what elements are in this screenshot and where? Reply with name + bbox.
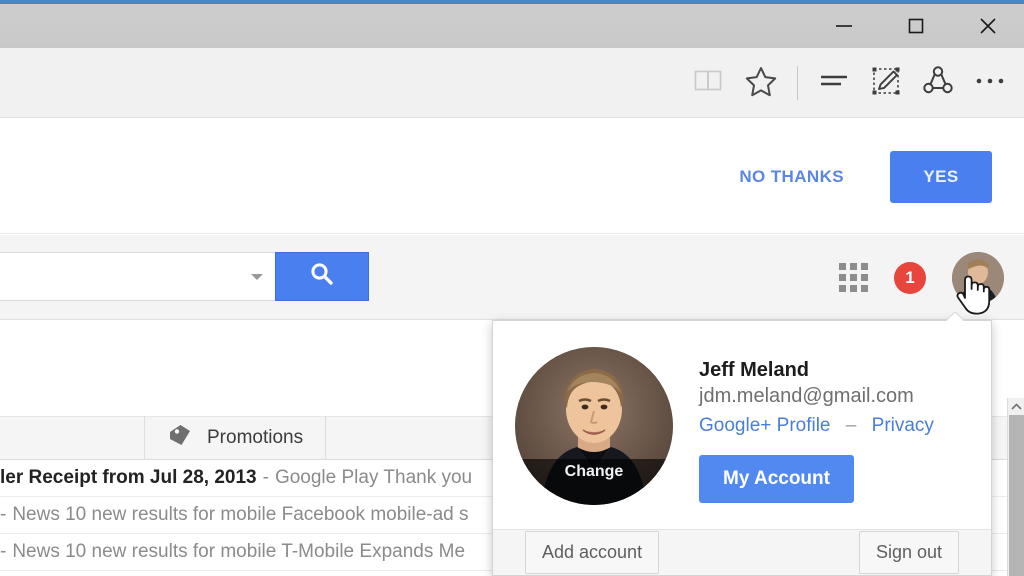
scrollbar-thumb[interactable] [1009,415,1024,576]
search-options-caret-icon[interactable] [251,273,263,280]
account-name: Jeff Meland [699,359,810,381]
hub-icon [817,69,851,98]
account-info: Jeff Meland jdm.meland@gmail.com Google+… [673,347,934,531]
mail-separator: - [0,504,7,525]
chevron-up-icon [1011,398,1022,416]
tab-promotions[interactable]: Promotions [145,416,327,460]
profile-photo[interactable]: Change [515,347,673,505]
search-input-wrapper[interactable] [0,252,275,301]
search-button[interactable] [275,252,369,301]
account-email: jdm.meland@gmail.com [699,385,914,407]
notification-actions: NO THANKS YES [721,119,992,234]
window-controls [808,4,1024,48]
sign-out-button[interactable]: Sign out [858,531,959,574]
vertical-scrollbar[interactable] [1007,398,1024,576]
google-plus-profile-link[interactable]: Google+ Profile [699,415,831,436]
notification-bar: NO THANKS YES [0,119,1024,234]
hub-button[interactable] [808,48,860,118]
tab-promotions-label: Promotions [207,427,304,448]
popup-pointer-arrow [946,312,964,321]
account-popup-footer: Add account Sign out [493,529,991,575]
favorites-button[interactable] [735,48,787,118]
scroll-up-button[interactable] [1008,398,1024,415]
mail-snippet: Google Play Thank you [274,467,473,488]
share-icon [922,65,954,102]
tag-icon [167,423,193,454]
tab-spacer [0,416,145,460]
search-icon [307,259,337,294]
my-account-button[interactable]: My Account [699,455,854,503]
browser-window: NO THANKS YES 1 Promotions ler Receipt f… [0,0,1024,576]
avatar[interactable] [952,251,1004,304]
mail-separator: - [0,541,7,562]
no-thanks-button[interactable]: NO THANKS [721,155,862,199]
add-account-button[interactable]: Add account [525,531,660,574]
account-popup-body: Change Jeff Meland jdm.meland@gmail.com … [493,321,991,531]
search-bar [0,252,369,301]
close-button[interactable] [952,4,1024,48]
more-icon [973,74,1007,92]
notification-count-badge[interactable]: 1 [894,261,926,294]
browser-toolbar-icons [683,48,1016,118]
change-photo-label[interactable]: Change [515,459,673,505]
toolbar-separator [797,66,798,100]
web-note-icon [870,65,902,102]
avatar-image [952,251,1004,304]
apps-grid-icon[interactable] [839,263,868,292]
close-icon [976,14,1000,38]
web-note-button[interactable] [860,48,912,118]
share-button[interactable] [912,48,964,118]
minimize-button[interactable] [808,4,880,48]
maximize-button[interactable] [880,4,952,48]
mail-separator: - [262,467,269,488]
account-links: Google+ Profile – Privacy [699,415,934,437]
gmail-header: 1 [0,235,1024,320]
privacy-link[interactable]: Privacy [872,415,934,436]
favorites-star-icon [744,65,778,102]
mail-snippet: News 10 new results for mobile Facebook … [12,504,469,525]
yes-button[interactable]: YES [890,150,992,203]
browser-toolbar [0,48,1024,118]
more-button[interactable] [964,48,1016,118]
mail-subject: ler Receipt from Jul 28, 2013 [0,467,257,488]
mail-snippet: News 10 new results for mobile T-Mobile … [12,541,466,562]
reading-view-icon [693,67,725,100]
reading-view-button[interactable] [683,48,735,118]
maximize-icon [905,15,927,37]
account-popup: Change Jeff Meland jdm.meland@gmail.com … [492,320,992,576]
link-separator: – [845,415,857,436]
gmail-header-right: 1 [839,235,1004,320]
minimize-icon [833,15,855,37]
